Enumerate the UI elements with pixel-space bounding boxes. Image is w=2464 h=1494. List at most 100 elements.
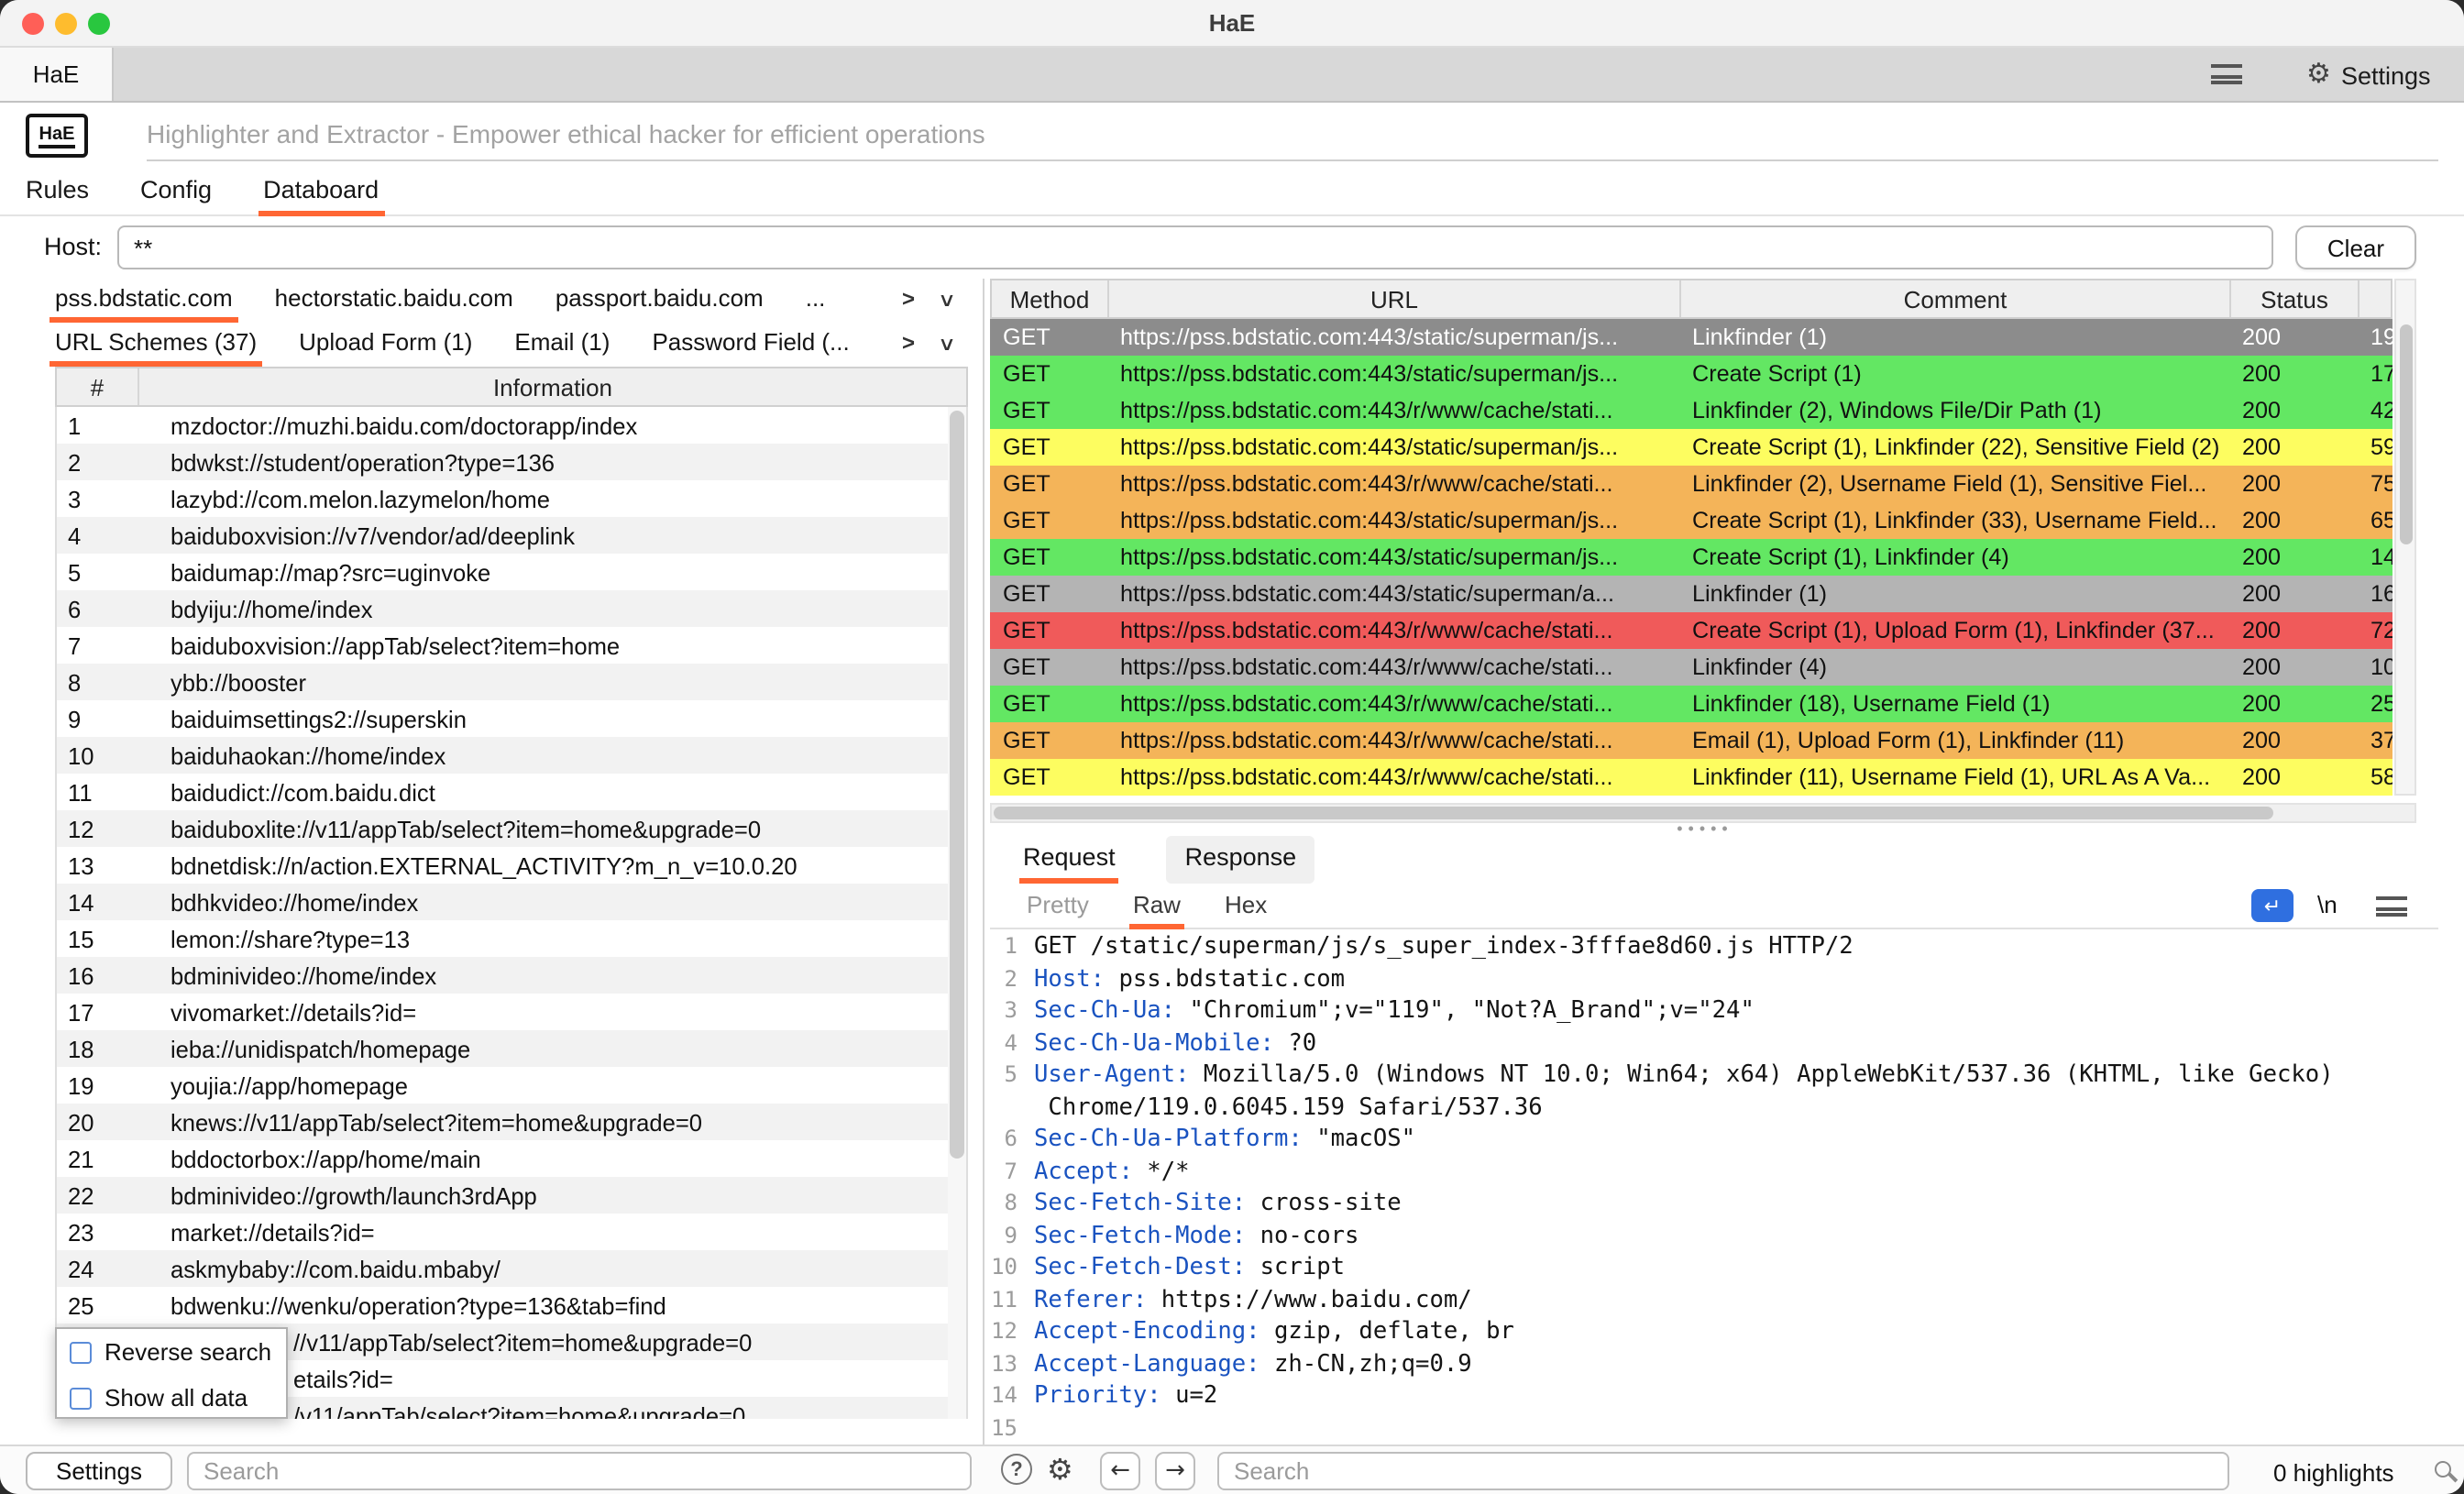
header-value: no-cors: [1246, 1220, 1358, 1252]
domain-tab-passport-baidu-com[interactable]: passport.baidu.com: [556, 279, 764, 323]
scheme-row[interactable]: 16bdminivideo://home/index: [57, 957, 966, 994]
prev-match-button[interactable]: ←: [1100, 1452, 1140, 1490]
http-history-row[interactable]: GEThttps://pss.bdstatic.com:443/static/s…: [990, 539, 2392, 576]
checkbox-unchecked-icon[interactable]: [70, 1341, 92, 1363]
tab-list-dropdown-icon[interactable]: >: [934, 294, 960, 307]
scheme-row[interactable]: 23market://details?id=: [57, 1214, 966, 1250]
gear-icon[interactable]: ⚙: [2306, 57, 2331, 90]
view-tab-pretty[interactable]: Pretty: [1027, 887, 1089, 929]
scheme-row[interactable]: 22bdminivideo://growth/launch3rdApp: [57, 1177, 966, 1214]
type-tab-password-field[interactable]: Password Field (...: [652, 323, 849, 367]
popup-item-show-all-data[interactable]: Show all data: [57, 1375, 286, 1421]
scheme-row[interactable]: 4baiduboxvision://v7/vendor/ad/deeplink: [57, 517, 966, 554]
view-tab-hex[interactable]: Hex: [1225, 887, 1267, 929]
http-history-row[interactable]: GEThttps://pss.bdstatic.com:443/static/s…: [990, 319, 2392, 356]
scheme-row[interactable]: 11baidudict://com.baidu.dict: [57, 774, 966, 810]
scheme-row[interactable]: 7baiduboxvision://appTab/select?item=hom…: [57, 627, 966, 664]
http-history-row[interactable]: GEThttps://pss.bdstatic.com:443/r/www/ca…: [990, 686, 2392, 722]
scheme-row[interactable]: 9baiduimsettings2://superskin: [57, 700, 966, 737]
scheme-row[interactable]: 21bddoctorbox://app/home/main: [57, 1140, 966, 1177]
domain-tab-pss-bdstatic-com[interactable]: pss.bdstatic.com: [55, 279, 233, 323]
col-header-information[interactable]: Information: [139, 368, 966, 405]
right-vertical-scrollbar[interactable]: [2394, 279, 2416, 796]
col-header-comment[interactable]: Comment: [1681, 280, 2231, 317]
scheme-row[interactable]: 12baiduboxlite://v11/appTab/select?item=…: [57, 810, 966, 847]
tab-response[interactable]: Response: [1167, 836, 1315, 884]
wrap-toggle-icon[interactable]: ↵: [2251, 889, 2294, 922]
menu-icon[interactable]: [2211, 64, 2242, 84]
scheme-row[interactable]: 10baiduhaokan://home/index: [57, 737, 966, 774]
scheme-row[interactable]: 14bdhkvideo://home/index: [57, 884, 966, 920]
scheme-row[interactable]: 5baidumap://map?src=uginvoke: [57, 554, 966, 590]
next-match-button[interactable]: →: [1155, 1452, 1195, 1490]
header-name: Accept-Encoding:: [1034, 1316, 1260, 1348]
scheme-row[interactable]: 17vivomarket://details?id=: [57, 994, 966, 1030]
scheme-row[interactable]: 8ybb://booster: [57, 664, 966, 700]
col-header-status[interactable]: Status: [2231, 280, 2360, 317]
tab-hae[interactable]: HaE: [0, 48, 114, 101]
col-header-num[interactable]: #: [57, 368, 139, 405]
nav-tab-config[interactable]: Config: [140, 169, 212, 216]
split-handle[interactable]: •••••: [1650, 819, 1760, 838]
table-settings-button[interactable]: Settings: [26, 1452, 172, 1490]
editor-gear-icon[interactable]: ⚙: [1047, 1452, 1073, 1487]
nav-tab-databoard[interactable]: Databoard: [263, 169, 379, 216]
row-number: 4: [57, 522, 139, 549]
tab-list-dropdown-icon[interactable]: >: [934, 338, 960, 351]
http-history-row[interactable]: GEThttps://pss.bdstatic.com:443/r/www/ca…: [990, 649, 2392, 686]
scheme-row[interactable]: 2bdwkst://student/operation?type=136: [57, 444, 966, 480]
scheme-row[interactable]: 19youjia://app/homepage: [57, 1067, 966, 1104]
col-header-clipped[interactable]: [2360, 280, 2391, 317]
http-history-row[interactable]: GEThttps://pss.bdstatic.com:443/static/s…: [990, 356, 2392, 392]
domain-tab-[interactable]: ...: [806, 279, 826, 323]
col-header-method[interactable]: Method: [992, 280, 1109, 317]
line-number: 5: [990, 1060, 1034, 1092]
editor-menu-icon[interactable]: [2376, 896, 2407, 917]
host-input[interactable]: [117, 225, 2273, 269]
panel-divider[interactable]: [983, 279, 984, 1494]
hae-logo-text: HaE: [39, 124, 75, 148]
tab-scroll-right-icon[interactable]: >: [902, 286, 915, 312]
settings-menu-label[interactable]: Settings: [2341, 62, 2431, 90]
header-value: "macOS": [1303, 1124, 1415, 1156]
popup-item-reverse-search[interactable]: Reverse search: [57, 1329, 286, 1375]
http-history-row[interactable]: GEThttps://pss.bdstatic.com:443/r/www/ca…: [990, 392, 2392, 429]
scheme-row[interactable]: 13bdnetdisk://n/action.EXTERNAL_ACTIVITY…: [57, 847, 966, 884]
scheme-row[interactable]: 18ieba://unidispatch/homepage: [57, 1030, 966, 1067]
header-value: zh-CN,zh;q=0.9: [1260, 1348, 1472, 1380]
type-tab-url-schemes-37[interactable]: URL Schemes (37): [55, 323, 257, 367]
checkbox-unchecked-icon[interactable]: [70, 1387, 92, 1409]
help-icon[interactable]: ?: [1001, 1454, 1032, 1485]
raw-request-view[interactable]: 1GET /static/superman/js/s_super_index-3…: [990, 931, 2442, 1441]
http-history-row[interactable]: GEThttps://pss.bdstatic.com:443/r/www/ca…: [990, 612, 2392, 649]
left-vertical-scrollbar[interactable]: [948, 407, 966, 1419]
http-history-row[interactable]: GEThttps://pss.bdstatic.com:443/r/www/ca…: [990, 722, 2392, 759]
scheme-row[interactable]: 25bdwenku://wenku/operation?type=136&tab…: [57, 1287, 966, 1324]
col-header-url[interactable]: URL: [1109, 280, 1681, 317]
request-line: 3Sec-Ch-Ua: "Chromium";v="119", "Not?A_B…: [990, 995, 2442, 1027]
tab-request[interactable]: Request: [1019, 836, 1119, 884]
newline-toggle[interactable]: \n: [2317, 891, 2338, 918]
scheme-row[interactable]: 20knews://v11/appTab/select?item=home&up…: [57, 1104, 966, 1140]
scheme-row[interactable]: 3lazybd://com.melon.lazymelon/home: [57, 480, 966, 517]
scheme-row[interactable]: 15lemon://share?type=13: [57, 920, 966, 957]
domain-tab-hectorstatic-baidu-com[interactable]: hectorstatic.baidu.com: [275, 279, 513, 323]
scheme-row[interactable]: 24askmybaby://com.baidu.mbaby/: [57, 1250, 966, 1287]
http-history-row[interactable]: GEThttps://pss.bdstatic.com:443/r/www/ca…: [990, 759, 2392, 796]
row-information: knews://v11/appTab/select?item=home&upgr…: [139, 1108, 966, 1136]
scheme-search-input[interactable]: [187, 1452, 972, 1490]
request-search-input[interactable]: [1217, 1452, 2229, 1490]
scheme-row[interactable]: 6bdyiju://home/index: [57, 590, 966, 627]
type-tab-email-1[interactable]: Email (1): [514, 323, 610, 367]
type-tab-upload-form-1[interactable]: Upload Form (1): [299, 323, 472, 367]
clear-button[interactable]: Clear: [2295, 225, 2416, 269]
http-history-row[interactable]: GEThttps://pss.bdstatic.com:443/static/s…: [990, 576, 2392, 612]
view-tab-raw[interactable]: Raw: [1133, 887, 1181, 929]
row-number: 20: [57, 1108, 139, 1136]
nav-tab-rules[interactable]: Rules: [26, 169, 89, 216]
http-history-row[interactable]: GEThttps://pss.bdstatic.com:443/r/www/ca…: [990, 466, 2392, 502]
scheme-row[interactable]: 1mzdoctor://muzhi.baidu.com/doctorapp/in…: [57, 407, 966, 444]
http-history-row[interactable]: GEThttps://pss.bdstatic.com:443/static/s…: [990, 429, 2392, 466]
http-history-row[interactable]: GEThttps://pss.bdstatic.com:443/static/s…: [990, 502, 2392, 539]
tab-scroll-right-icon[interactable]: >: [902, 330, 915, 356]
